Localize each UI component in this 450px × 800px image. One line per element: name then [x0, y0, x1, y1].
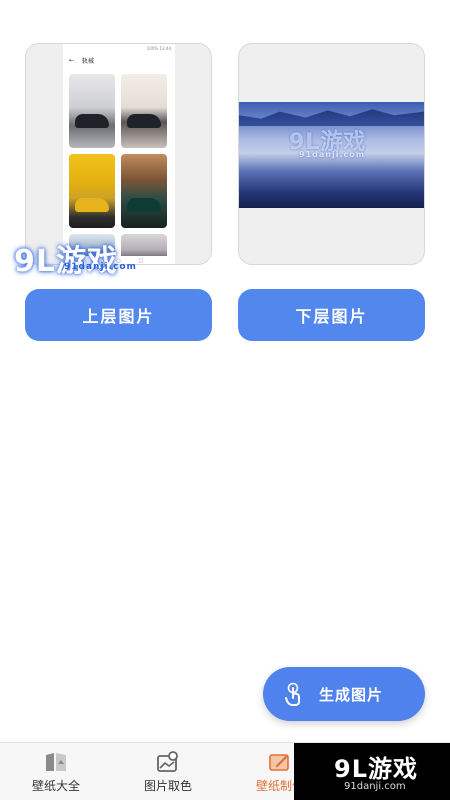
watermark-site: 91danji.com	[299, 150, 366, 159]
wallpaper-thumb	[121, 74, 167, 148]
mini-header-title: 轨械	[82, 57, 95, 65]
mini-back-arrow-icon: ←	[69, 56, 75, 64]
page-watermark-site: 91danji.com	[64, 262, 137, 272]
nav-item-color-picker[interactable]: 图片取色	[112, 743, 224, 800]
phone-screenshot-preview: 100% 13:44 ← 轨械 ◁ ○ □	[63, 44, 175, 264]
mini-wallpaper-grid	[69, 74, 169, 260]
nav-label-color-picker: 图片取色	[143, 778, 192, 793]
wallpaper-thumb	[121, 154, 167, 228]
wallpaper-book-icon	[46, 752, 66, 771]
mini-header: ← 轨械	[63, 53, 175, 67]
tap-hand-icon	[283, 681, 305, 707]
wallpaper-edit-icon	[269, 753, 289, 771]
page-watermark-logo: 9L游戏	[14, 244, 118, 279]
lower-image-button[interactable]: 下层图片	[238, 289, 425, 341]
upper-image-button[interactable]: 上层图片	[25, 289, 212, 341]
nav-label-wallpapers: 壁纸大全	[31, 778, 80, 793]
site-logo-box: 9L游戏 91danji.com	[294, 743, 450, 800]
generate-image-button[interactable]: 生成图片	[263, 667, 425, 721]
mini-recent-icon: □	[138, 258, 144, 264]
wallpaper-thumb	[69, 74, 115, 148]
site-logo: 9L游戏	[334, 755, 418, 783]
mini-status-right: 100% 13:44	[146, 46, 171, 51]
landscape-image: 9L游戏 91danji.com	[239, 102, 424, 208]
nav-item-wallpapers[interactable]: 壁纸大全	[0, 743, 112, 800]
mountain-ridge	[239, 109, 424, 126]
site-url: 91danji.com	[344, 781, 406, 792]
image-color-picker-icon	[157, 750, 178, 772]
mini-status-bar: 100% 13:44	[63, 44, 175, 53]
lower-image-preview-card[interactable]: 9L游戏 91danji.com	[238, 43, 425, 265]
wallpaper-thumb	[69, 154, 115, 228]
generate-image-label: 生成图片	[319, 685, 384, 704]
upper-image-preview-card[interactable]: 100% 13:44 ← 轨械 ◁ ○ □	[25, 43, 212, 265]
